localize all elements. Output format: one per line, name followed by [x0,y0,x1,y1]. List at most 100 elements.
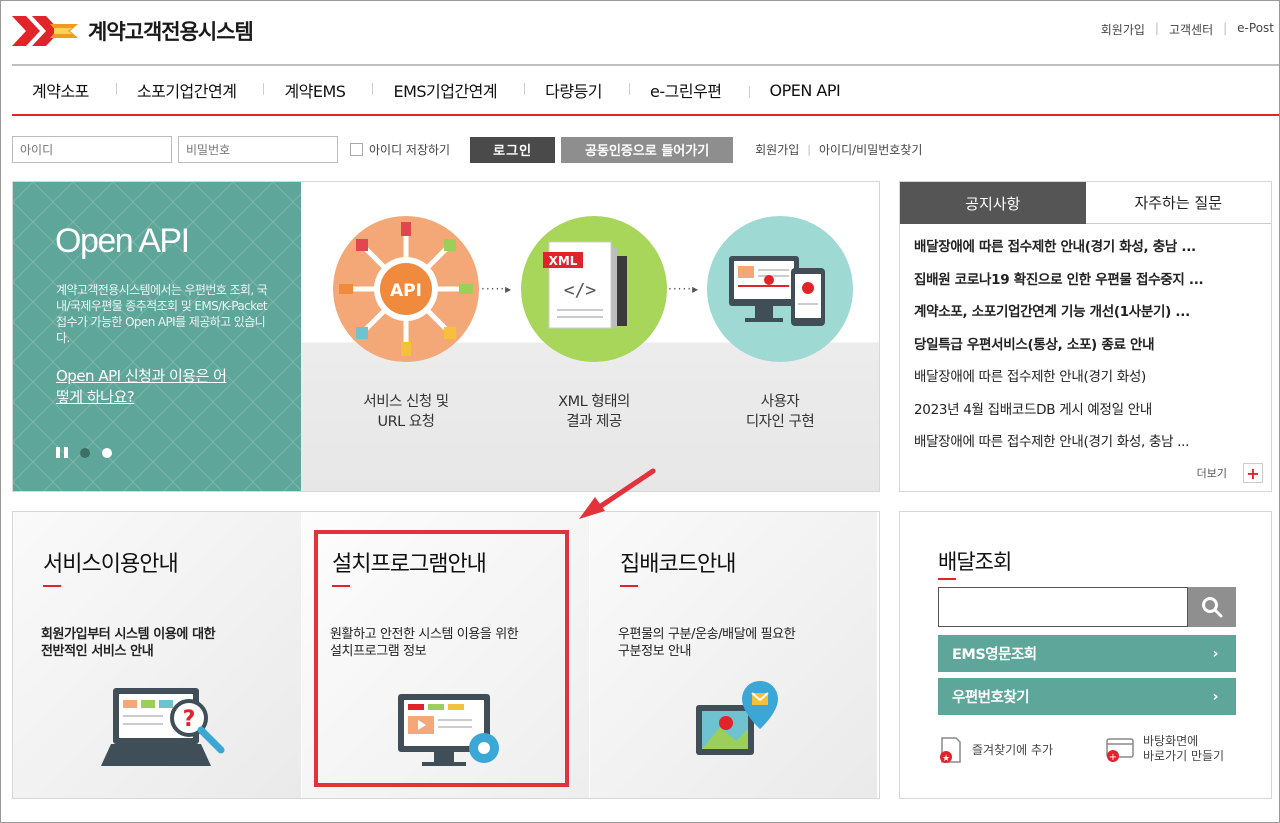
login-button[interactable]: 로그인 [470,136,556,163]
step-arrow-1: ·····▸ [481,282,513,296]
notice-item[interactable]: 배달장애에 따른 접수제한 안내(경기 화성) [914,368,1257,401]
separator: | [807,143,811,156]
banner-intro: Open API 계약고객전용시스템에서는 우편번호 조회, 국내/국제우편물 … [13,182,301,491]
notice-item[interactable]: 2023년 4월 집배코드DB 게시 예정일 안내 [914,401,1257,434]
site-logo[interactable]: 계약고객전용시스템 [12,14,254,48]
login-form: 아이디 저장하기 로그인 공동인증으로 들어가기 회원가입 | 아이디/비밀번호… [12,136,922,163]
desktop-shortcut-link[interactable]: + 바탕화면에 바로가기 만들기 [1105,734,1224,764]
password-input[interactable] [178,136,338,163]
tab-notice[interactable]: 공지사항 [900,182,1086,224]
more-label[interactable]: 더보기 [1197,465,1227,481]
install-program-guide-card[interactable]: 설치프로그램안내 원활하고 안전한 시스템 이용을 위한 설치프로그램 정보 [301,512,589,798]
zip-button-label: 우편번호찾기 [952,690,1030,706]
delivery-tracking-panel: 배달조회 EMS영문조회 › 우편번호찾기 › ★ 즐겨찾기에 추가 + 바탕화… [899,511,1272,799]
chevron-right-icon: › [1212,645,1219,662]
nav-open-api[interactable]: OPEN API [748,81,862,100]
svg-text:+: + [1109,752,1117,763]
title-underline [43,585,61,587]
pause-icon[interactable] [56,447,68,459]
nav-ems-b2b[interactable]: EMS기업간연계 [372,78,518,102]
delivery-code-guide-card[interactable]: 집배코드안내 우편물의 구분/운송/배달에 필요한 구분정보 안내 [589,512,877,798]
step-3-text: 사용자 디자인 구현 [745,394,815,430]
xml-label: XML [549,254,578,268]
banner-controls [56,447,124,459]
step-1-label: 서비스 신청 및 URL 요청 [351,392,461,432]
bookmark-label: 즐겨찾기에 추가 [972,742,1054,757]
step-2-label: XML 형태의 결과 제공 [539,392,649,432]
banner-link[interactable]: Open API 신청과 이용은 어떻게 하나요? [56,366,236,408]
banner-title: Open API [55,222,190,260]
nav-e-green-mail[interactable]: e-그린우편 [629,78,743,102]
id-input[interactable] [12,136,172,163]
title-underline [938,578,956,580]
notice-tabs: 공지사항 자주하는 질문 [900,182,1271,224]
notice-panel: 공지사항 자주하는 질문 배달장애에 따른 접수제한 안내(경기 화성, 충남 … [899,181,1272,492]
banner-description: 계약고객전용시스템에서는 우편번호 조회, 국내/국제우편물 종추적조회 및 E… [56,283,268,345]
util-support-link[interactable]: 고객센터 [1169,21,1213,38]
chevron-right-icon: › [1212,688,1219,705]
guide-title: 서비스이용안내 [43,552,179,577]
shortcut-label: 바탕화면에 바로가기 만들기 [1143,734,1225,763]
add-bookmark-link[interactable]: ★ 즐겨찾기에 추가 [938,736,1053,764]
join-link[interactable]: 회원가입 [755,141,799,158]
ems-button-label: EMS영문조회 [952,647,1037,663]
tab-faq[interactable]: 자주하는 질문 [1085,182,1271,224]
nav-contract-ems[interactable]: 계약EMS [263,78,366,102]
desktop-shortcut-icon: + [1106,738,1134,763]
guide-title: 설치프로그램안내 [332,552,487,577]
guide-title: 집배코드안내 [620,552,736,577]
laptop-help-icon: ? [101,688,225,766]
ems-english-tracking-button[interactable]: EMS영문조회 › [938,635,1236,672]
svg-text:★: ★ [942,754,950,764]
notice-more: 더보기 + [1197,463,1263,483]
slide-dot-1[interactable] [80,448,90,458]
xml-document-icon: XML </> [521,216,667,362]
korea-post-logo-icon [12,16,78,46]
notice-item[interactable]: 배달장애에 따른 접수제한 안내(경기 화성, 충남 ... [914,433,1257,466]
zipcode-search-button[interactable]: 우편번호찾기 › [938,678,1236,715]
notice-item[interactable]: 계약소포, 소포기업간연계 기능 개선(1사분기) ... [914,303,1257,336]
util-join-link[interactable]: 회원가입 [1101,21,1145,38]
nav-parcel-b2b[interactable]: 소포기업간연계 [115,78,258,102]
service-guide-card[interactable]: 서비스이용안내 회원가입부터 시스템 이용에 대한 전반적인 서비스 안내 ? [13,512,301,798]
separator: | [1223,21,1228,35]
title-underline [332,585,350,587]
tracking-number-input[interactable] [938,587,1188,627]
svg-text:</>: </> [564,280,597,301]
cert-login-button[interactable]: 공동인증으로 들어가기 [561,136,734,163]
api-hub-icon: API [333,216,479,362]
guide-description: 우편물의 구분/운송/배달에 필요한 구분정보 안내 [618,627,796,659]
step-3-label: 사용자 디자인 구현 [725,392,835,432]
delivery-search [938,587,1236,627]
nav-contract-parcel[interactable]: 계약소포 [12,78,110,102]
guide-section: 서비스이용안내 회원가입부터 시스템 이용에 대한 전반적인 서비스 안내 ? … [12,511,880,799]
notice-item[interactable]: 당일특급 우편서비스(통상, 소포) 종료 안내 [914,336,1257,369]
svg-text:?: ? [183,707,196,732]
search-button[interactable] [1188,587,1236,627]
notice-item[interactable]: 집배원 코로나19 확진으로 인한 우편물 접수중지 ... [914,271,1257,304]
delivery-title: 배달조회 [938,550,1012,574]
step-1-text: 서비스 신청 및 URL 요청 [363,394,449,430]
step-2-text: XML 형태의 결과 제공 [558,394,630,430]
step-arrow-2: ·····▸ [668,282,700,296]
notice-item[interactable]: 배달장애에 따른 접수제한 안내(경기 화성, 충남 ... [914,238,1257,271]
title-underline [620,585,638,587]
api-label: API [390,281,422,301]
guide-description: 원활하고 안전한 시스템 이용을 위한 설치프로그램 정보 [330,627,519,659]
main-nav: 계약소포 소포기업간연계 계약EMS EMS기업간연계 다량등기 e-그린우편 … [12,66,1280,116]
find-account-link[interactable]: 아이디/비밀번호찾기 [819,141,922,158]
remember-id-label[interactable]: 아이디 저장하기 [369,141,450,158]
nav-bulk-registered[interactable]: 다량등기 [524,78,623,102]
map-location-icon [696,681,778,755]
search-icon [1202,597,1223,618]
red-arrow-annotation-icon [579,468,656,519]
bookmark-icon: ★ [940,737,961,764]
api-steps: API ·····▸ XML </> ·····▸ 서비스 신청 및 URL 요… [301,182,879,491]
utility-links: 회원가입 | 고객센터 | e-Post [1101,21,1274,38]
remember-id-checkbox[interactable] [350,143,363,156]
slide-dot-2[interactable] [102,448,112,458]
site-name: 계약고객전용시스템 [88,20,254,44]
util-epost-link[interactable]: e-Post [1237,21,1274,38]
plus-icon[interactable]: + [1243,463,1263,483]
guide-description: 회원가입부터 시스템 이용에 대한 전반적인 서비스 안내 [41,627,216,659]
